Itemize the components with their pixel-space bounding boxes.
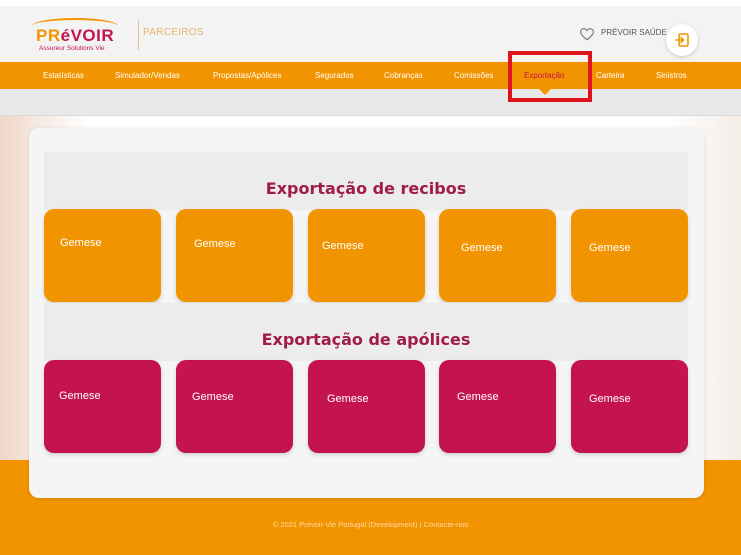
tile-label: Gemese [192, 391, 234, 403]
section-title-recibos: Exportação de recibos [265, 179, 467, 198]
tile-label: Gemese [589, 242, 631, 254]
tile-label: Gemese [589, 393, 631, 405]
logo-arc [32, 18, 118, 26]
logout-button[interactable] [666, 24, 698, 56]
tile-label: Gemese [194, 238, 236, 250]
nav-item-sinistros[interactable]: Sinistros [656, 62, 687, 89]
tile-label: Gemese [59, 390, 101, 402]
tile-label: Gemese [461, 242, 503, 254]
header-divider [138, 20, 139, 50]
nav-item-estatisticas[interactable]: Estatísticas [43, 62, 84, 89]
prevoir-saude-link[interactable]: PRÉVOIR SAÚDE [601, 28, 667, 37]
app-header: PRéVOIR Assureur Solutions Vie PARCEIROS… [0, 0, 741, 62]
recibos-tile-2[interactable]: Gemese [176, 209, 293, 302]
logout-icon [675, 33, 689, 47]
footer-text: © 2021 Prévoir-Vie Portugal (Development… [272, 520, 469, 529]
nav-item-simulador-vendas[interactable]: Simulador/Vendas [115, 62, 180, 89]
recibos-tile-1[interactable]: Gemese [44, 209, 161, 302]
apolices-tile-4[interactable]: Gemese [439, 360, 556, 453]
tile-label: Gemese [60, 237, 102, 249]
tile-label: Gemese [322, 240, 364, 252]
prevoir-logo[interactable]: PRéVOIR Assureur Solutions Vie [30, 16, 120, 56]
recibos-tile-5[interactable]: Gemese [571, 209, 688, 302]
apolices-tile-1[interactable]: Gemese [44, 360, 161, 453]
nav-item-propostas-apolices[interactable]: Propostas/Apólices [213, 62, 281, 89]
nav-item-segurados[interactable]: Segurados [315, 62, 354, 89]
apolices-tile-3[interactable]: Gemese [308, 360, 425, 453]
nav-item-carteira[interactable]: Carteira [596, 62, 624, 89]
highlight-box [508, 51, 592, 102]
section-title-apolices: Exportação de apólices [261, 330, 471, 349]
main-nav: Estatísticas Simulador/Vendas Propostas/… [0, 62, 741, 89]
heart-icon [580, 28, 594, 41]
apolices-tile-5[interactable]: Gemese [571, 360, 688, 453]
apolices-tile-2[interactable]: Gemese [176, 360, 293, 453]
nav-item-cobrancas[interactable]: Cobranças [384, 62, 423, 89]
sub-bar [0, 89, 741, 116]
nav-item-comissoes[interactable]: Comissões [454, 62, 494, 89]
section-label: PARCEIROS [143, 27, 204, 38]
logo-tagline: Assureur Solutions Vie [39, 45, 105, 52]
tile-label: Gemese [327, 393, 369, 405]
tile-label: Gemese [457, 391, 499, 403]
recibos-tile-3[interactable]: Gemese [308, 209, 425, 302]
logo-wordmark: PRéVOIR [36, 26, 115, 45]
recibos-tile-4[interactable]: Gemese [439, 209, 556, 302]
